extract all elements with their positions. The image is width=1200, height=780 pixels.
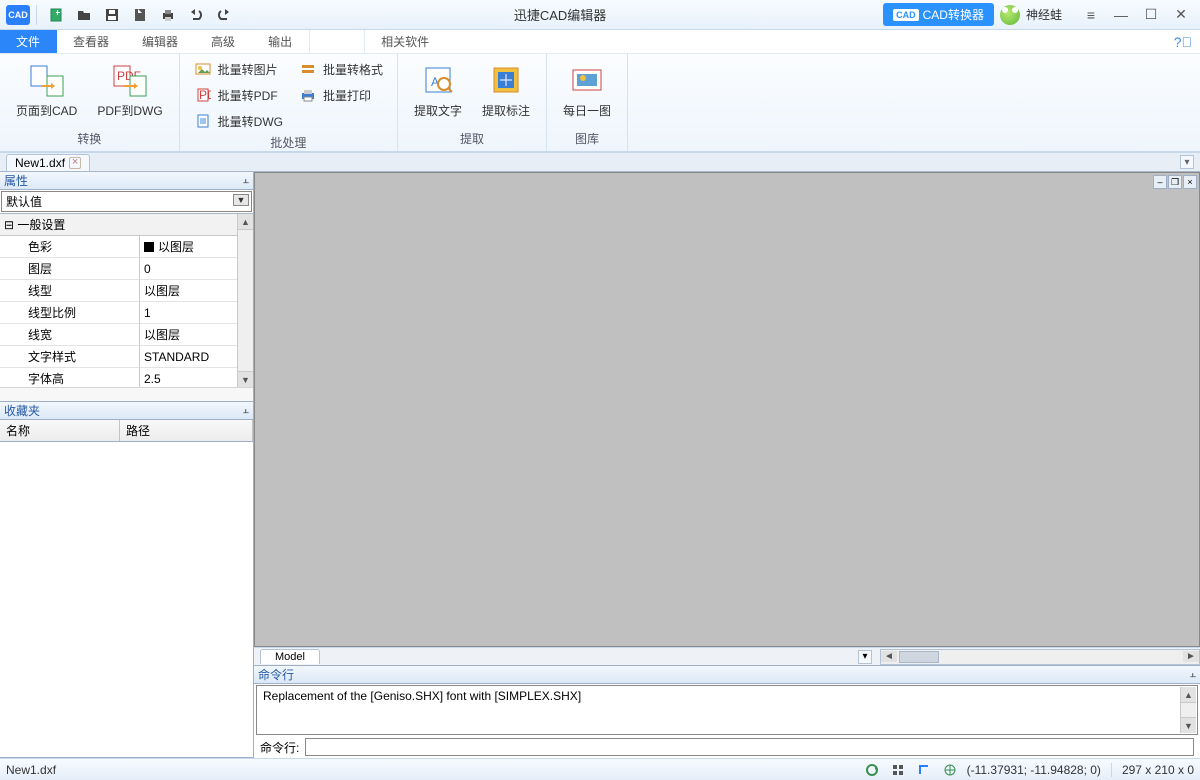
- grid-icon[interactable]: [889, 761, 907, 779]
- ribbon: 页面到CAD PDF PDF到DWG 转换 批量转图片 PDF批量转PDF 批量…: [0, 54, 1200, 152]
- menu-bar: 文件 查看器 编辑器 高级 输出 相关软件 ?⃝: [0, 30, 1200, 54]
- save-icon[interactable]: [99, 4, 125, 26]
- app-title: 迅捷CAD编辑器: [237, 5, 883, 24]
- cad-converter-button[interactable]: CADCAD转换器: [883, 3, 994, 26]
- properties-title: 属性: [4, 172, 28, 189]
- tab-advanced[interactable]: 高级: [195, 30, 252, 53]
- ribbon-group-extract: 提取: [408, 128, 536, 151]
- property-label: 文字样式: [0, 346, 140, 368]
- favorites-title: 收藏夹: [4, 402, 40, 419]
- favorites-col-name[interactable]: 名称: [0, 420, 120, 441]
- ribbon-group-gallery: 图库: [557, 128, 617, 151]
- tab-editor[interactable]: 编辑器: [126, 30, 195, 53]
- doc-tabs-chevron-icon[interactable]: ▾: [1180, 155, 1194, 169]
- command-title: 命令行: [258, 666, 294, 683]
- batch-format-button[interactable]: 批量转格式: [295, 58, 387, 80]
- status-bar: New1.dxf (-11.37931; -11.94828; 0) 297 x…: [0, 758, 1200, 780]
- redo-icon[interactable]: [211, 4, 237, 26]
- undo-icon[interactable]: [183, 4, 209, 26]
- canvas-restore-icon[interactable]: ❐: [1168, 175, 1182, 189]
- doc-close-icon[interactable]: ×: [69, 157, 81, 169]
- avatar-icon[interactable]: [1000, 5, 1020, 25]
- status-coords: (-11.37931; -11.94828; 0): [967, 763, 1101, 777]
- extract-annot-button[interactable]: 提取标注: [476, 58, 536, 123]
- property-value[interactable]: 以图层: [140, 324, 237, 346]
- command-scrollbar[interactable]: ▲▼: [1180, 687, 1196, 733]
- page-to-cad-button[interactable]: 页面到CAD: [10, 58, 83, 123]
- favorites-col-path[interactable]: 路径: [120, 420, 253, 441]
- close-button[interactable]: ✕: [1168, 4, 1194, 26]
- property-value[interactable]: 0: [140, 258, 237, 280]
- canvas[interactable]: – ❐ ×: [254, 172, 1200, 647]
- pin-icon[interactable]: ⫠: [242, 404, 249, 417]
- tab-viewer[interactable]: 查看器: [57, 30, 126, 53]
- title-bar: CAD 迅捷CAD编辑器 CADCAD转换器 神经蛙 ≡ — ☐ ✕: [0, 0, 1200, 30]
- pin-icon[interactable]: ⫠: [1189, 668, 1196, 681]
- command-prompt-label: 命令行:: [260, 739, 299, 756]
- properties-grid: 一般设置 色彩以图层图层0线型以图层线型比例1线宽以图层文字样式STANDARD…: [0, 214, 253, 387]
- extract-text-button[interactable]: A 提取文字: [408, 58, 468, 123]
- batch-dwg-button[interactable]: 批量转DWG: [190, 110, 287, 132]
- status-dimensions: 297 x 210 x 0: [1111, 763, 1194, 777]
- property-label: 字体高: [0, 368, 140, 387]
- batch-print-button[interactable]: 批量打印: [295, 84, 387, 106]
- refresh-icon[interactable]: [863, 761, 881, 779]
- batch-pdf-button[interactable]: PDF批量转PDF: [190, 84, 287, 106]
- osnap-icon[interactable]: [941, 761, 959, 779]
- favorites-list: [0, 442, 253, 757]
- model-tab[interactable]: Model: [260, 649, 320, 664]
- user-name[interactable]: 神经蛙: [1026, 6, 1062, 23]
- ortho-icon[interactable]: [915, 761, 933, 779]
- property-label: 色彩: [0, 236, 140, 258]
- canvas-minimize-icon[interactable]: –: [1153, 175, 1167, 189]
- horizontal-scrollbar[interactable]: ◄►: [880, 649, 1200, 665]
- tab-blank[interactable]: [309, 30, 365, 53]
- tab-related-software[interactable]: 相关软件: [365, 30, 446, 53]
- model-chevron-icon[interactable]: ▾: [858, 650, 872, 664]
- model-tab-bar: Model ▾ ◄►: [254, 647, 1200, 665]
- property-label: 线型: [0, 280, 140, 302]
- tab-output[interactable]: 输出: [252, 30, 309, 53]
- property-value[interactable]: 2.5: [140, 368, 237, 387]
- command-output: Replacement of the [Geniso.SHX] font wit…: [256, 685, 1198, 735]
- pdf-to-dwg-button[interactable]: PDF PDF到DWG: [91, 58, 168, 123]
- property-label: 线型比例: [0, 302, 140, 324]
- property-value[interactable]: STANDARD: [140, 346, 237, 368]
- app-icon: CAD: [6, 5, 30, 25]
- property-value[interactable]: 以图层: [140, 280, 237, 302]
- menu-icon[interactable]: ≡: [1078, 4, 1104, 26]
- svg-text:PDF: PDF: [199, 88, 211, 102]
- pin-icon[interactable]: ⫠: [242, 174, 249, 187]
- export-pdf-icon[interactable]: [127, 4, 153, 26]
- ribbon-group-convert: 转换: [10, 128, 169, 151]
- document-tab-bar: New1.dxf× ▾: [0, 152, 1200, 172]
- properties-panel: 属性⫠ 默认值 一般设置 色彩以图层图层0线型以图层线型比例1线宽以图层文字样式…: [0, 172, 253, 402]
- open-folder-icon[interactable]: [71, 4, 97, 26]
- property-label: 线宽: [0, 324, 140, 346]
- tab-file[interactable]: 文件: [0, 30, 57, 53]
- help-icon[interactable]: ?⃝: [1174, 30, 1192, 53]
- daily-image-button[interactable]: 每日一图: [557, 58, 617, 123]
- batch-image-button[interactable]: 批量转图片: [190, 58, 287, 80]
- status-file: New1.dxf: [6, 763, 206, 777]
- properties-scrollbar[interactable]: ▲▼: [237, 214, 253, 387]
- favorites-panel: 收藏夹 ⫠ 名称 路径: [0, 402, 253, 758]
- minimize-button[interactable]: —: [1108, 4, 1134, 26]
- command-input[interactable]: [305, 738, 1194, 756]
- properties-selector[interactable]: 默认值: [1, 191, 252, 212]
- maximize-button[interactable]: ☐: [1138, 4, 1164, 26]
- property-value[interactable]: 以图层: [140, 236, 237, 258]
- new-file-icon[interactable]: [43, 4, 69, 26]
- properties-section[interactable]: 一般设置: [0, 214, 237, 236]
- canvas-close-icon[interactable]: ×: [1183, 175, 1197, 189]
- property-value[interactable]: 1: [140, 302, 237, 324]
- document-tab[interactable]: New1.dxf×: [6, 154, 90, 171]
- property-label: 图层: [0, 258, 140, 280]
- print-icon[interactable]: [155, 4, 181, 26]
